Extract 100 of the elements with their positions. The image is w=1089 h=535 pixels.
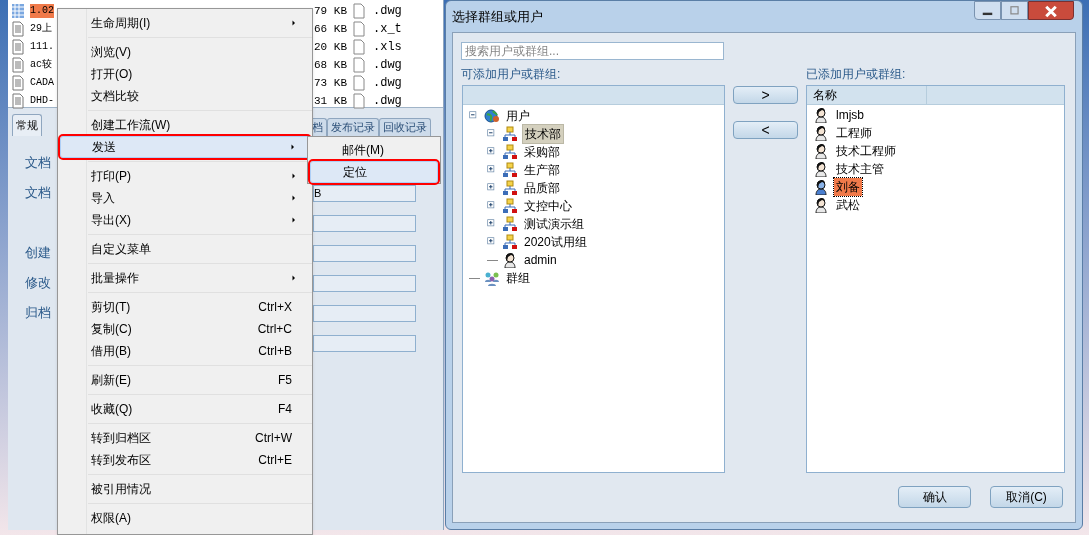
tree-item[interactable]: admin bbox=[522, 251, 559, 269]
expand-icon[interactable] bbox=[487, 182, 498, 194]
file-name[interactable]: DHD- bbox=[30, 94, 54, 108]
file-extension: .dwg bbox=[372, 93, 403, 110]
person-icon bbox=[813, 161, 829, 177]
menu-item[interactable]: 导入 bbox=[60, 187, 310, 209]
text-field[interactable] bbox=[313, 214, 416, 232]
file-type-icon bbox=[351, 57, 367, 73]
text-field[interactable] bbox=[313, 244, 416, 262]
collapse-icon[interactable] bbox=[469, 110, 480, 122]
list-item[interactable]: 刘备 bbox=[834, 178, 862, 196]
tree-item[interactable]: 用户 bbox=[504, 107, 532, 125]
text-field[interactable] bbox=[313, 274, 416, 292]
menu-item[interactable]: 剪切(T) Ctrl+X bbox=[60, 296, 310, 318]
window-title: 选择群组或用户 bbox=[452, 7, 543, 26]
file-size: 20 KB bbox=[314, 39, 347, 55]
file-size: 31 KB bbox=[314, 93, 347, 109]
person-icon bbox=[813, 197, 829, 213]
tree-item[interactable]: 采购部 bbox=[522, 143, 562, 161]
file-name[interactable]: 1.02 bbox=[30, 4, 54, 18]
file-size: 66 KB bbox=[314, 21, 347, 37]
dialog-button[interactable]: 取消(C) bbox=[990, 486, 1063, 508]
tree-item[interactable]: 品质部 bbox=[522, 179, 562, 197]
file-name[interactable]: ac较 bbox=[30, 58, 52, 72]
text-field[interactable] bbox=[313, 304, 416, 322]
org-chart-icon bbox=[502, 216, 518, 232]
org-chart-icon bbox=[502, 198, 518, 214]
file-extension: .xls bbox=[372, 39, 403, 56]
field-label: 文档 bbox=[25, 184, 52, 203]
file-name[interactable]: 29上 bbox=[30, 22, 52, 36]
menu-item[interactable]: 转到归档区 Ctrl+W bbox=[60, 427, 310, 449]
field-label: 创建 bbox=[25, 244, 52, 263]
detail-tab[interactable]: 发布记录 bbox=[327, 118, 379, 136]
search-field[interactable]: 搜索用户或群组... bbox=[461, 42, 724, 60]
menu-item[interactable]: 权限(A) bbox=[60, 507, 310, 529]
expand-icon[interactable] bbox=[487, 200, 498, 212]
menu-item[interactable]: 发送 bbox=[60, 136, 310, 158]
menu-item[interactable]: 浏览(V) bbox=[60, 41, 310, 63]
person-icon bbox=[813, 107, 829, 123]
person-icon bbox=[813, 143, 829, 159]
menu-item[interactable]: 邮件(M) bbox=[310, 139, 438, 161]
detail-tab[interactable]: 回收记录 bbox=[379, 118, 431, 136]
tree-item[interactable]: 技术部 bbox=[522, 124, 564, 144]
menu-item[interactable]: 创建工作流(W) bbox=[60, 114, 310, 136]
menu-item[interactable]: 复制(C) Ctrl+C bbox=[60, 318, 310, 340]
add-button[interactable]: > bbox=[733, 86, 798, 104]
file-size: 73 KB bbox=[314, 75, 347, 91]
menu-item[interactable]: 打印(P) bbox=[60, 165, 310, 187]
submenu-arrow-icon bbox=[290, 194, 298, 202]
org-chart-icon bbox=[502, 180, 518, 196]
file-type-icon bbox=[351, 75, 367, 91]
expand-icon[interactable] bbox=[487, 236, 498, 248]
submenu-arrow-icon bbox=[290, 19, 298, 27]
org-chart-icon bbox=[502, 162, 518, 178]
file-name[interactable]: 111. bbox=[30, 40, 54, 54]
list-item[interactable]: 技术工程师 bbox=[834, 142, 898, 160]
submenu-arrow-icon bbox=[290, 216, 298, 224]
org-chart-icon bbox=[502, 234, 518, 250]
tree-item[interactable]: 生产部 bbox=[522, 161, 562, 179]
field-label: 修改 bbox=[25, 274, 52, 293]
panel-label: 已添加用户或群组: bbox=[806, 66, 906, 83]
minimize-icon bbox=[974, 1, 1001, 20]
text-field[interactable] bbox=[313, 334, 416, 352]
expand-icon[interactable] bbox=[487, 164, 498, 176]
tree-item[interactable]: 2020试用组 bbox=[522, 233, 589, 251]
menu-item[interactable]: 文档比较 bbox=[60, 85, 310, 107]
menu-item[interactable]: 定位 bbox=[310, 161, 438, 183]
org-chart-icon bbox=[502, 126, 518, 142]
list-item[interactable]: 武松 bbox=[834, 196, 862, 214]
file-extension: .dwg bbox=[372, 75, 403, 92]
menu-item[interactable]: 导出(X) bbox=[60, 209, 310, 231]
expand-icon[interactable] bbox=[487, 218, 498, 230]
file-name[interactable]: CADA bbox=[30, 76, 54, 90]
tree-item[interactable]: 测试演示组 bbox=[522, 215, 586, 233]
file-size: 79 KB bbox=[314, 3, 347, 19]
list-item[interactable]: lmjsb bbox=[834, 106, 866, 124]
tree-item[interactable]: 群组 bbox=[504, 269, 532, 287]
menu-item[interactable]: 转到发布区 Ctrl+E bbox=[60, 449, 310, 471]
person-icon bbox=[502, 252, 518, 268]
dialog-button[interactable]: 确认 bbox=[898, 486, 971, 508]
menu-item[interactable]: 收藏(Q) F4 bbox=[60, 398, 310, 420]
menu-shortcut: F5 bbox=[278, 372, 292, 389]
expand-icon[interactable] bbox=[487, 146, 498, 158]
menu-item[interactable]: 被引用情况 bbox=[60, 478, 310, 500]
detail-tab[interactable]: 常规 bbox=[12, 114, 42, 136]
menu-item[interactable]: 批量操作 bbox=[60, 267, 310, 289]
menu-item[interactable]: 自定义菜单 bbox=[60, 238, 310, 260]
file-extension: .dwg bbox=[372, 3, 403, 20]
list-item[interactable]: 技术主管 bbox=[834, 160, 886, 178]
person-icon bbox=[813, 125, 829, 141]
menu-item[interactable]: 打开(O) bbox=[60, 63, 310, 85]
menu-item[interactable]: 生命周期(I) bbox=[60, 12, 310, 34]
remove-button[interactable]: < bbox=[733, 121, 798, 139]
menu-item[interactable]: 借用(B) Ctrl+B bbox=[60, 340, 310, 362]
close-icon bbox=[1028, 1, 1074, 20]
collapse-icon[interactable] bbox=[487, 128, 498, 140]
tree-item[interactable]: 文控中心 bbox=[522, 197, 574, 215]
file-extension: .dwg bbox=[372, 57, 403, 74]
list-item[interactable]: 工程师 bbox=[834, 124, 874, 142]
menu-item[interactable]: 刷新(E) F5 bbox=[60, 369, 310, 391]
